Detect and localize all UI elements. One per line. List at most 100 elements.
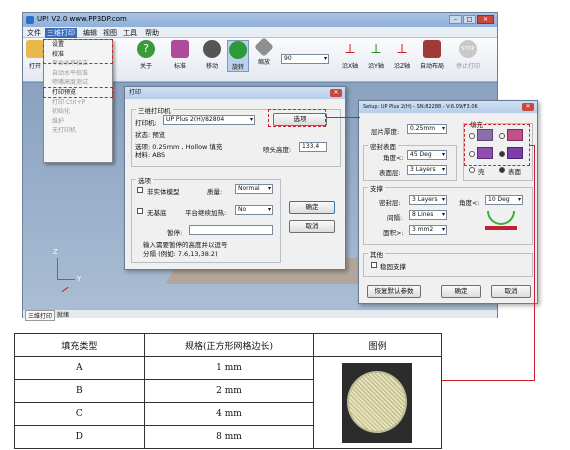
minimize-button[interactable]: – [449,15,462,24]
menu-item-auto-level[interactable]: 自动水平校准 [44,69,112,79]
along-x-button[interactable]: ⟂ 沿X轴 [339,40,361,70]
menu-view[interactable]: 视图 [103,28,117,38]
cell-spec: 8 mm [143,425,315,449]
surface-layer-label: 表面层: [379,169,401,177]
printer-select[interactable]: UP Plus 2(H)/82804 [163,115,255,125]
restore-defaults-button[interactable]: 恢复默认参数 [367,285,421,298]
axis-y-icon: ⟂ [371,41,381,57]
setup-ok-button[interactable]: 确定 [441,285,481,298]
setup-dialog-titlebar: Setup: UP Plus 2(H) - SN:82288 - V:6.09/… [359,101,537,113]
support-angle-select[interactable]: 10 Deg [485,195,523,205]
status-line: 状态: 预览 [135,131,166,139]
other-group-label: 其他 [368,249,385,259]
highlight-settings-calibrate [43,39,113,64]
setup-dialog-close[interactable]: ✕ [522,103,534,111]
table-header-row: 填充类型 规格(正方形网格边长) 图例 [14,333,442,357]
stable-support-checkbox[interactable] [371,262,377,268]
menu-item-print[interactable]: 打印 Ctrl+P [44,98,112,108]
highlight-options-button [268,109,326,127]
nozzle-height-input[interactable]: 133.4 [299,142,327,152]
legend-cell [313,356,442,449]
standard-view-button[interactable]: 标准 [169,40,191,70]
connector-fill-vertical [534,145,535,381]
scale-button[interactable]: 缩放 [253,37,275,66]
platform-heat-label: 平台继续加热: [185,209,227,217]
seal-surface-group-label: 密封表面 [368,141,398,151]
setup-cancel-button[interactable]: 取消 [491,285,531,298]
quality-label: 质量: [207,188,223,196]
axis-z-icon: ⟂ [397,41,407,57]
non-solid-checkbox[interactable] [137,187,143,193]
legend-photo [342,363,413,443]
scale-icon [254,37,274,57]
zoom-select[interactable]: 90 [281,54,329,64]
menu-help[interactable]: 帮助 [145,28,159,38]
cell-spec: 4 mm [143,402,315,426]
open-button[interactable]: 打开 [25,40,45,70]
status-tab[interactable]: 三维打印 [25,310,56,321]
fill-spec-table: 填充类型 规格(正方形网格边长) 图例 A 1 mm B 2 mm C 4 mm… [14,333,442,449]
support-density-select[interactable]: 3 Layers [409,195,447,205]
print-dialog-title: 打印 [129,89,142,96]
support-spacing-select[interactable]: 8 Lines [409,210,447,220]
cell-spec: 2 mm [143,379,315,403]
shell-radio[interactable] [469,167,475,173]
app-logo-icon [26,16,34,24]
cube-icon [171,40,189,58]
help-icon: ? [137,40,155,58]
pause-label: 暂停: [167,229,183,237]
seal-angle-select[interactable]: 45 Deg [407,150,447,160]
along-z-button[interactable]: ⟂ 沿Z轴 [391,40,413,70]
along-y-button[interactable]: ⟂ 沿Y轴 [365,40,387,70]
print-dialog-titlebar: 打印 ✕ [125,87,345,99]
support-area-select[interactable]: 3 mm2 [409,225,447,235]
menu-edit[interactable]: 编辑 [83,28,97,38]
surface-radio[interactable] [499,167,505,173]
layer-thickness-select[interactable]: 0.25mm [407,124,447,134]
pause-input[interactable] [189,225,273,235]
move-icon [203,40,221,58]
menu-3d-print[interactable]: 三维打印 [45,28,77,38]
print-ok-button[interactable]: 确定 [289,201,335,214]
about-button[interactable]: ? 关于 [135,40,157,70]
platform-heat-select[interactable]: No [235,205,273,215]
layout-icon [423,40,441,58]
non-solid-label: 非实体模型 [147,188,180,196]
cell-type: A [14,356,145,380]
support-area-label: 面积>: [383,229,404,237]
header-fill-type: 填充类型 [14,333,145,357]
material-line: 材料: ABS [135,151,166,159]
stop-print-button[interactable]: STOP 停止打印 [453,40,483,70]
axis-x-icon: ⟂ [345,41,355,57]
menu-tools[interactable]: 工具 [123,28,137,38]
maximize-button[interactable]: □ [463,15,476,24]
rotate-button[interactable]: 旋转 [227,40,249,72]
axis-z-line [57,258,58,280]
header-spec: 规格(正方形网格边长) [143,333,315,357]
setup-dialog-title: Setup: UP Plus 2(H) - SN:82288 - V:6.09/… [363,104,478,110]
quality-select[interactable]: Normal [235,184,273,194]
menu-item-initialize[interactable]: 初始化 [44,107,112,117]
print-dialog-close[interactable]: ✕ [330,89,342,97]
no-base-checkbox[interactable] [137,208,143,214]
options-group-label: 选项 [136,175,153,185]
surface-layer-select[interactable]: 3 Layers [407,165,447,175]
no-base-label: 无基底 [147,209,167,217]
axis-x-line [61,286,69,293]
move-button[interactable]: 移动 [201,40,223,70]
support-group-label: 支撑 [368,183,385,193]
menu-bar: 文件 三维打印 编辑 视图 工具 帮助 [23,27,497,38]
rotate-icon [229,41,247,59]
menu-file[interactable]: 文件 [27,28,41,38]
auto-layout-button[interactable]: 自动布局 [417,40,447,70]
infill-sample-image [347,371,408,433]
printer-group-label: 三维打印机 [136,105,173,115]
menu-item-maintain[interactable]: 维护 [44,117,112,127]
close-button[interactable]: ✕ [477,15,494,24]
menu-item-no-printer[interactable]: 无打印机 [44,126,112,136]
printer-label: 打印机: [135,119,157,127]
support-base-icon [485,226,517,230]
support-angle-label: 角度<: [459,199,480,207]
cell-spec: 1 mm [143,356,315,380]
print-cancel-button[interactable]: 取消 [289,220,335,233]
